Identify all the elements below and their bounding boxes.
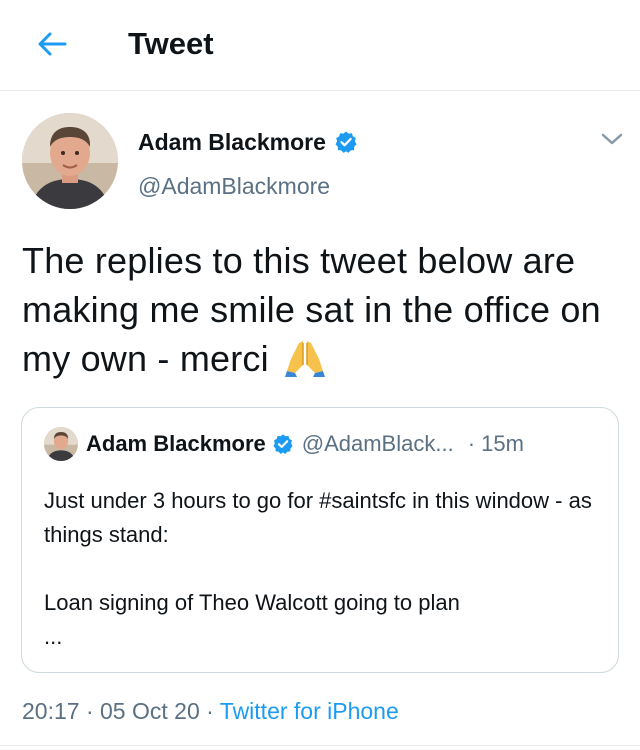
tweet-author: Adam Blackmore @AdamBlackmore [22,113,624,213]
tweet-text: The replies to this tweet below are maki… [22,236,622,389]
tweet-metadata: 20:17 · 05 Oct 20 · Twitter for iPhone [22,695,399,727]
folded-hands-icon [283,337,327,389]
quote-text: Just under 3 hours to go for #saintsfc i… [44,488,592,649]
quote-author-handle: @AdamBlack... [301,431,454,456]
author-name[interactable]: Adam Blackmore [138,127,326,157]
separator: · [206,698,214,724]
author-handle[interactable]: @AdamBlackmore [138,171,330,201]
chevron-down-icon [601,133,623,145]
verified-badge-icon [272,433,294,455]
avatar[interactable] [22,113,118,209]
page-title: Tweet [128,26,214,61]
top-bar: Tweet [0,0,640,91]
quoted-tweet[interactable]: Adam Blackmore @AdamBlack... · 15m Just … [21,407,619,673]
arrow-left-icon [38,32,67,56]
more-options-button[interactable] [600,131,624,152]
tweet-date: 05 Oct 20 [100,698,200,724]
quote-time: · 15m [467,431,524,456]
tweet-source-link[interactable]: Twitter for iPhone [220,698,399,724]
back-button[interactable] [30,22,74,66]
quote-author-name: Adam Blackmore [86,431,266,456]
verified-badge-icon [334,130,358,154]
separator: · [85,698,94,724]
tweet-time: 20:17 [22,698,80,724]
divider [0,745,640,746]
quote-avatar [44,427,78,461]
